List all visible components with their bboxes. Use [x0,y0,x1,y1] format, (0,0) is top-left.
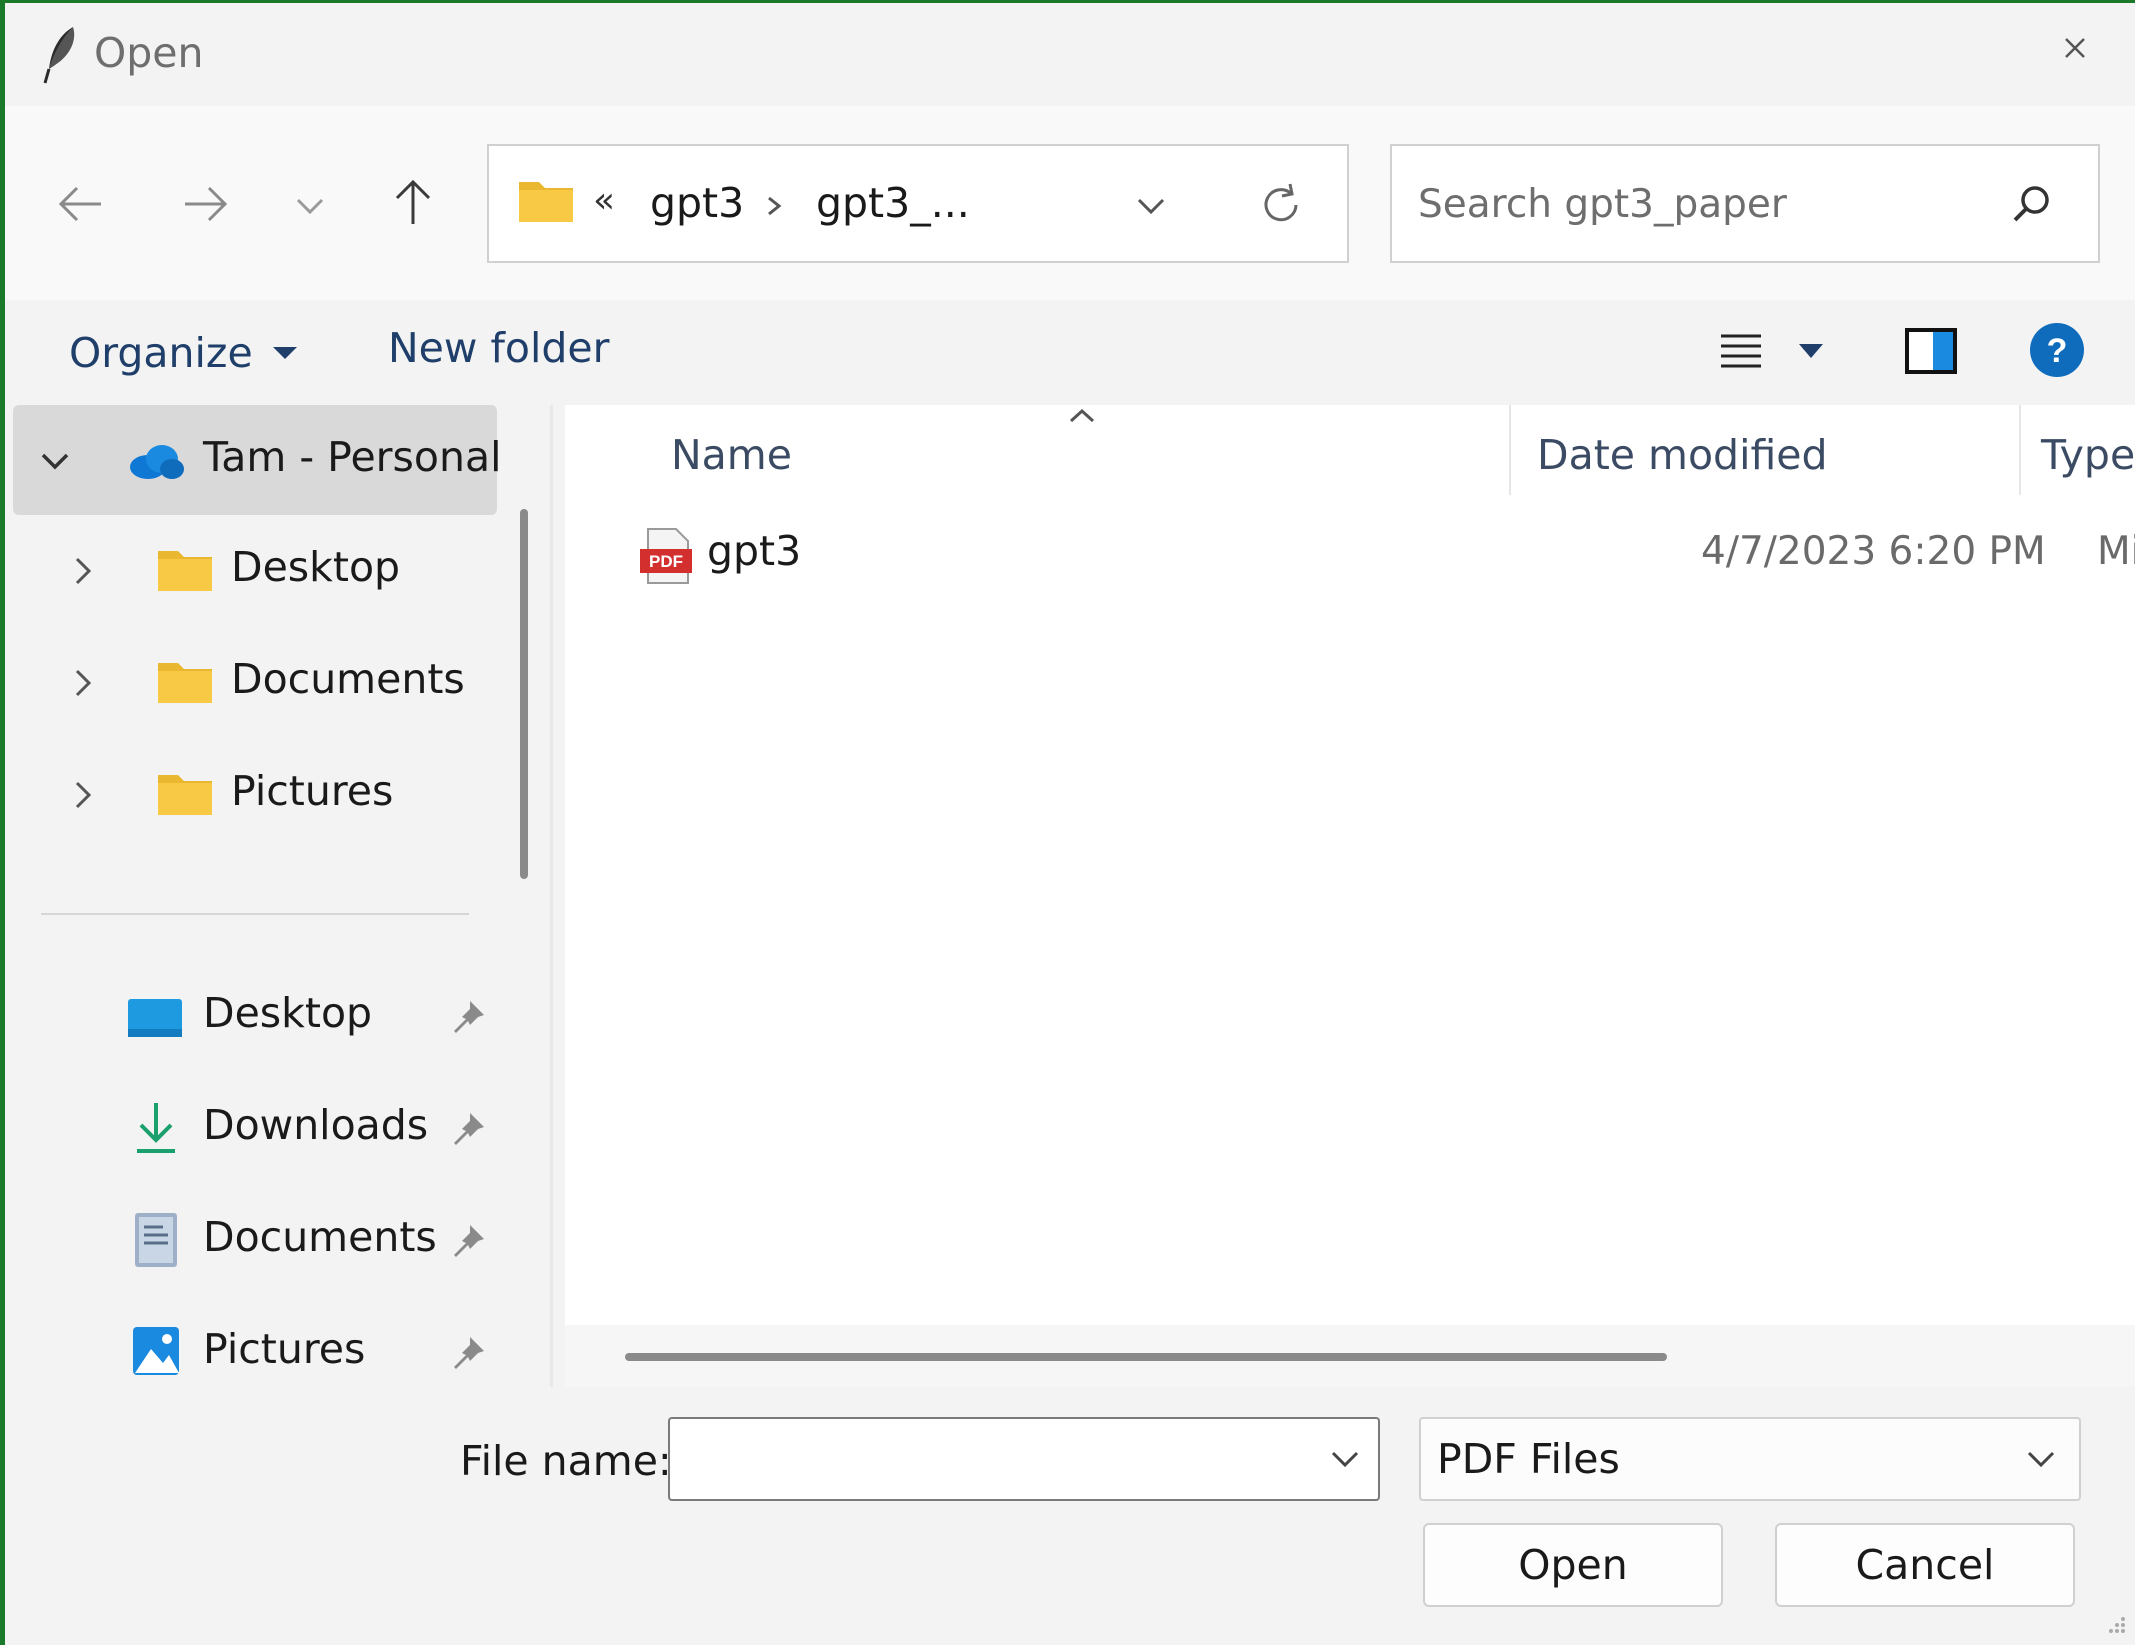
column-header-type[interactable]: Type [2041,431,2135,521]
folder-icon [519,182,573,222]
file-list: Name Date modified Type PDF gpt3 4/7/202… [565,405,2135,1387]
file-type: Micro [2097,529,2135,574]
column-divider[interactable] [2019,405,2021,495]
nav-divider [41,913,469,915]
chevron-down-icon[interactable] [1129,184,1173,228]
quick-access-label: Downloads [203,1101,429,1149]
close-button[interactable] [2050,23,2100,73]
column-header-date-modified[interactable]: Date modified [1537,431,1828,521]
quick-access-documents[interactable]: Documents [13,1185,497,1295]
dialog-footer: File name: PDF Files Open Cancel [5,1387,2135,1645]
pictures-icon [133,1327,179,1375]
new-folder-button[interactable]: New folder [388,324,609,382]
chevron-right-icon[interactable] [63,551,103,591]
file-type-select[interactable]: PDF Files [1419,1417,2081,1501]
preview-pane-icon[interactable] [1903,322,1959,380]
cancel-button[interactable]: Cancel [1775,1523,2075,1607]
up-button[interactable] [383,172,443,232]
file-date-modified: 4/7/2023 6:20 PM [1701,529,2046,574]
refresh-icon[interactable] [1254,178,1308,232]
chevron-right-icon[interactable] [759,186,789,226]
chevron-down-icon[interactable] [35,441,75,481]
file-name-input[interactable] [682,1431,1302,1487]
back-button[interactable] [51,174,111,234]
folder-icon [158,663,212,703]
column-divider[interactable] [1509,405,1511,495]
quick-access-downloads[interactable]: Downloads [13,1073,497,1183]
search-box[interactable] [1390,144,2100,263]
file-name: gpt3 [707,527,802,575]
search-icon[interactable] [2007,180,2055,228]
tree-item-desktop[interactable]: Desktop [13,515,497,625]
pin-icon[interactable] [448,997,488,1037]
recent-locations-button[interactable] [288,180,332,230]
tree-item-label: Desktop [231,543,401,591]
chevron-down-icon [2027,1451,2055,1468]
navigation-pane: Tam - Personal Desktop Documents Picture… [5,405,553,1387]
file-name-combobox[interactable] [668,1417,1380,1501]
forward-button[interactable] [175,174,235,234]
file-type-value: PDF Files [1437,1435,1620,1483]
address-overflow[interactable]: « [593,180,615,221]
address-segment-gpt3[interactable]: gpt3 [650,179,744,227]
pin-icon[interactable] [448,1109,488,1149]
tree-item-label: Pictures [231,767,394,815]
documents-icon [135,1213,177,1267]
sort-ascending-icon [1069,408,1095,423]
tree-item-label: Tam - Personal [203,433,502,481]
onedrive-cloud-icon [130,445,184,479]
navigation-row: « gpt3 gpt3_... [5,106,2135,300]
caret-down-icon [272,347,297,359]
file-name-label: File name: [460,1437,672,1485]
list-view-icon[interactable] [1713,326,1769,378]
address-bar[interactable]: « gpt3 gpt3_... [487,144,1349,263]
quick-access-pictures[interactable]: Pictures [13,1297,497,1387]
open-dialog: Open « gpt3 gpt3_... Search gpt3_paper O… [5,3,2135,1645]
tree-item-label: Documents [231,655,465,703]
pin-icon[interactable] [448,1221,488,1261]
folder-icon [158,775,212,815]
quick-access-label: Pictures [203,1325,366,1373]
svg-text:PDF: PDF [649,552,683,571]
download-icon [137,1103,175,1153]
svg-text:?: ? [2047,332,2068,370]
pane-splitter[interactable] [550,405,553,1387]
search-input[interactable] [1418,176,1978,232]
column-header-name[interactable]: Name [671,431,792,521]
nav-pane-scrollbar[interactable] [520,509,528,879]
view-options-caret-icon[interactable] [1795,340,1827,362]
chevron-down-icon[interactable] [1325,1439,1365,1479]
tree-item-pictures[interactable]: Pictures [13,739,497,849]
organize-button[interactable]: Organize [69,324,299,382]
horizontal-scrollbar[interactable] [565,1325,2135,1387]
tree-item-documents[interactable]: Documents [13,627,497,737]
open-button[interactable]: Open [1423,1523,1723,1607]
file-row[interactable]: PDF gpt3 4/7/2023 6:20 PM Micro [605,515,2135,595]
feather-icon [43,27,75,84]
pdf-icon: PDF [640,528,692,584]
title-bar: Open [5,3,2135,106]
quick-access-desktop[interactable]: Desktop [13,961,497,1071]
help-icon[interactable]: ? [2027,320,2087,380]
quick-access-label: Desktop [203,989,373,1037]
address-segment-current[interactable]: gpt3_... [816,179,970,227]
chevron-right-icon[interactable] [63,775,103,815]
organize-label: Organize [69,329,253,377]
resize-grip-icon[interactable] [2093,1607,2129,1643]
tree-item-tam-personal[interactable]: Tam - Personal [13,405,501,515]
pin-icon[interactable] [448,1333,488,1373]
chevron-right-icon[interactable] [63,663,103,703]
window-title: Open [94,29,204,77]
desktop-icon [128,999,182,1037]
horizontal-scrollbar-thumb[interactable] [625,1353,1667,1361]
folder-icon [158,551,212,591]
quick-access-label: Documents [203,1213,437,1261]
command-bar: Organize New folder ? [5,300,2135,405]
